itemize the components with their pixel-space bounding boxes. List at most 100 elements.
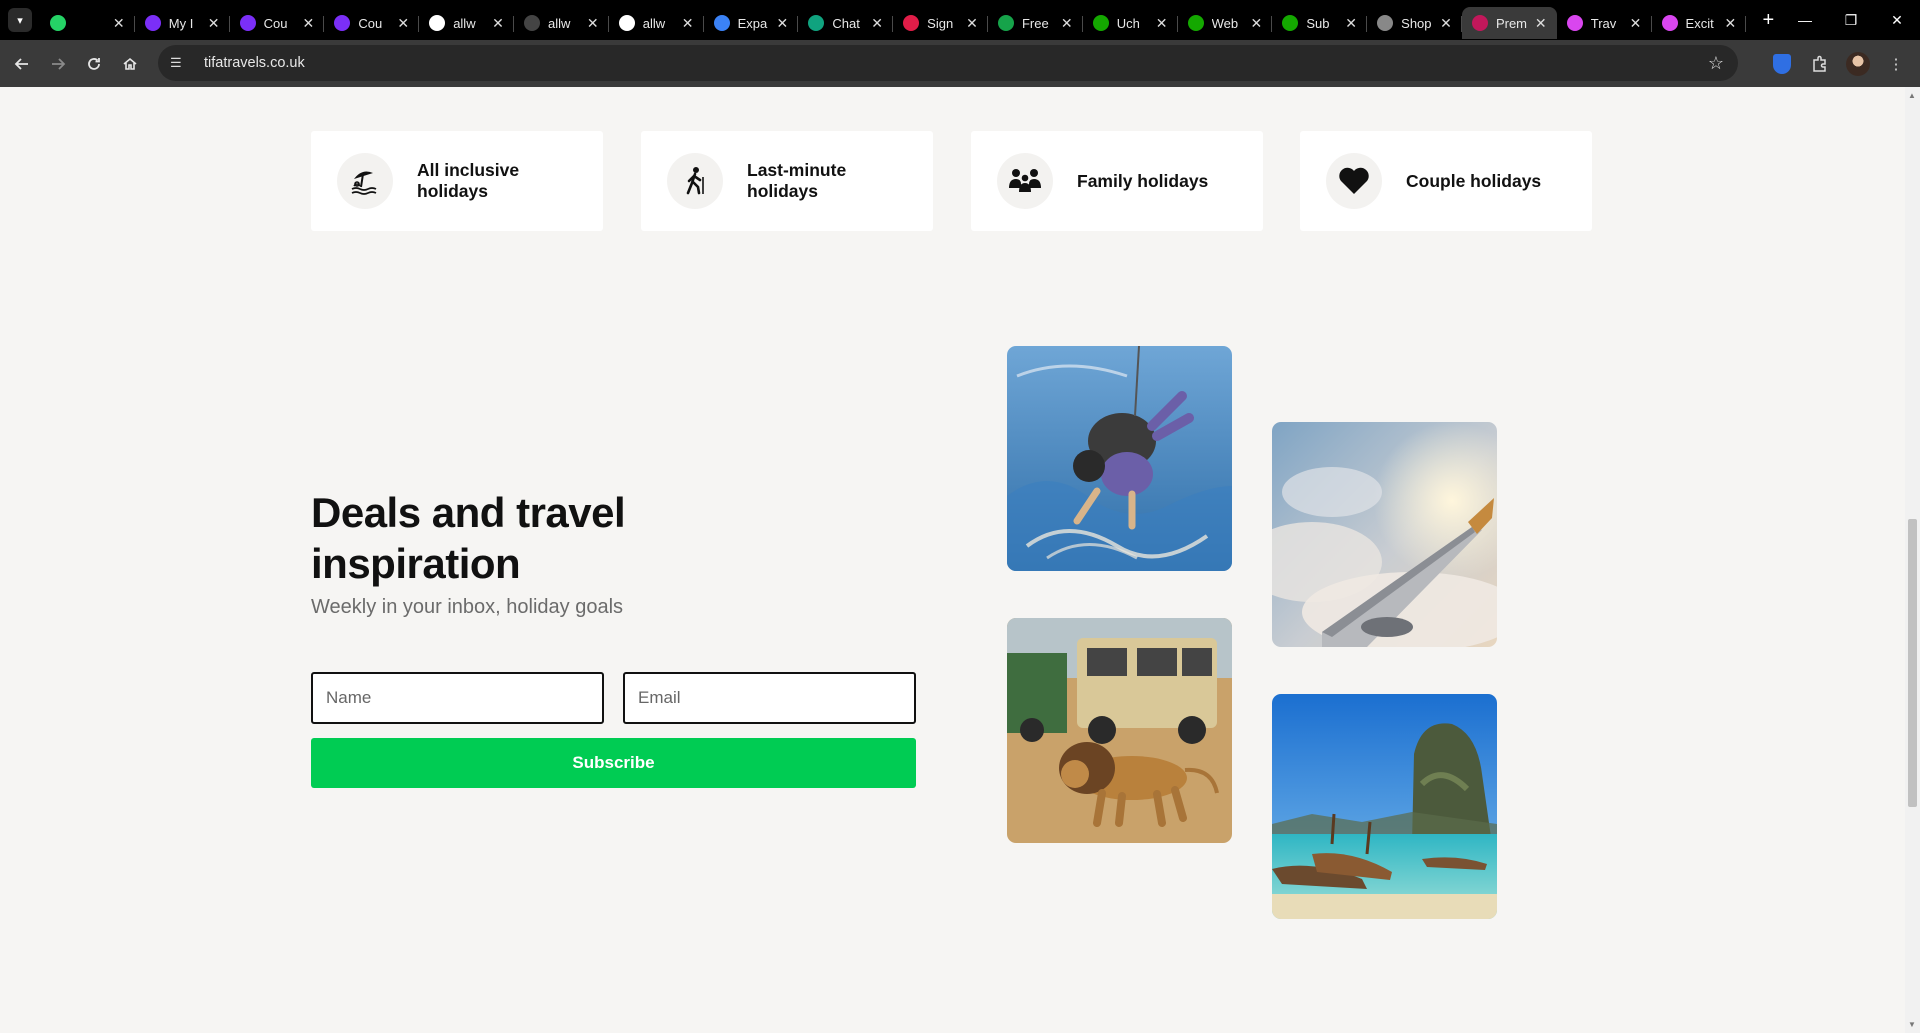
tab-title: My I — [168, 15, 194, 31]
close-tab-icon[interactable]: ✕ — [774, 15, 790, 32]
category-label: Couple holidays — [1406, 170, 1542, 191]
forward-arrow-icon — [52, 57, 66, 70]
tab-title: Uch — [1116, 15, 1140, 31]
browser-tab[interactable]: Excit ✕ — [1652, 7, 1747, 39]
close-tab-icon[interactable]: ✕ — [1248, 15, 1264, 32]
email-field[interactable] — [623, 672, 916, 724]
close-tab-icon[interactable]: ✕ — [964, 15, 980, 32]
close-tab-icon[interactable]: ✕ — [1722, 15, 1738, 32]
extensions-button[interactable] — [1806, 50, 1834, 78]
subscribe-button[interactable]: Subscribe — [311, 738, 916, 788]
page-viewport: All inclusive holidays Last-minute holid… — [0, 87, 1905, 1033]
gallery-image-safari-lion — [1007, 618, 1232, 843]
newsletter-subtitle: Weekly in your inbox, holiday goals — [311, 596, 624, 618]
browser-tab[interactable]: Chat ✕ — [798, 7, 893, 39]
close-tab-icon[interactable]: ✕ — [1628, 15, 1644, 32]
expo-icon — [713, 15, 730, 31]
browser-tab[interactable]: Web ✕ — [1178, 7, 1273, 39]
ring-icon — [903, 15, 920, 31]
u-icon — [144, 15, 161, 31]
gallery-image-airplane-wing — [1272, 422, 1497, 647]
t-icon — [1566, 15, 1583, 31]
spinner-icon — [523, 15, 540, 31]
toolbar-actions: ⋮ — [1768, 46, 1910, 82]
browser-toolbar: ☰ tifatravels.co.uk ☆ ⋮ — [0, 40, 1920, 87]
back-button[interactable] — [4, 46, 40, 82]
scroll-up-arrow-icon[interactable]: ▲ — [1908, 91, 1916, 100]
name-field[interactable] — [311, 672, 604, 724]
u-icon — [239, 15, 256, 31]
tab-title: Trav — [1590, 15, 1617, 31]
close-tab-icon[interactable]: ✕ — [300, 15, 316, 32]
tab-title: Shop — [1401, 15, 1432, 31]
browser-tab[interactable]: Expa ✕ — [704, 7, 799, 39]
browser-tab[interactable]: allw ✕ — [419, 7, 514, 39]
browser-tab[interactable]: My I ✕ — [135, 7, 230, 39]
browser-tab[interactable]: Trav ✕ — [1557, 7, 1652, 39]
close-tab-icon[interactable]: ✕ — [1059, 15, 1075, 32]
github-icon — [429, 15, 446, 31]
restore-button[interactable]: ❐ — [1828, 0, 1874, 40]
close-tab-icon[interactable]: ✕ — [206, 15, 222, 32]
browser-tab[interactable]: Shop ✕ — [1367, 7, 1462, 39]
category-card-couple[interactable]: Couple holidays — [1300, 131, 1592, 231]
profile-button[interactable] — [1844, 50, 1872, 78]
tab-title: Free — [1021, 15, 1049, 31]
close-tab-icon[interactable]: ✕ — [111, 15, 127, 32]
tab-search-button[interactable]: ▾ — [8, 8, 32, 32]
tab-strip: ✕ My I ✕ Cou ✕ Cou ✕ allw ✕ allw ✕ allw ✕ Expa ✕ Chat ✕ S… — [40, 0, 1747, 40]
address-bar[interactable]: ☰ tifatravels.co.uk ☆ — [158, 45, 1738, 81]
close-tab-icon[interactable]: ✕ — [1154, 15, 1170, 32]
close-window-button[interactable]: ✕ — [1874, 0, 1920, 40]
reload-icon — [88, 57, 100, 70]
bookmark-star-icon[interactable]: ☆ — [1708, 53, 1724, 74]
close-tab-icon[interactable]: ✕ — [1533, 15, 1549, 32]
browser-tab[interactable]: Free ✕ — [988, 7, 1083, 39]
bitwarden-extension-button[interactable] — [1768, 50, 1796, 78]
close-tab-icon[interactable]: ✕ — [680, 15, 696, 32]
category-card-all-inclusive[interactable]: All inclusive holidays — [311, 131, 603, 231]
walking-traveler-icon — [667, 153, 723, 209]
tab-title: allw — [453, 15, 476, 31]
tab-title: Chat — [832, 15, 860, 31]
upwork-icon — [1282, 15, 1299, 31]
browser-tab[interactable]: Sub ✕ — [1272, 7, 1367, 39]
browser-tab[interactable]: Sign ✕ — [893, 7, 988, 39]
browser-tab[interactable]: Uch ✕ — [1083, 7, 1178, 39]
browser-tab[interactable]: ✕ — [40, 7, 135, 39]
close-tab-icon[interactable]: ✕ — [1438, 15, 1454, 32]
minimize-button[interactable]: — — [1782, 0, 1828, 40]
close-tab-icon[interactable]: ✕ — [1343, 15, 1359, 32]
browser-tab[interactable]: Cou ✕ — [230, 7, 325, 39]
reload-button[interactable] — [76, 46, 112, 82]
t-icon — [1661, 15, 1678, 31]
close-tab-icon[interactable]: ✕ — [490, 15, 506, 32]
browser-tab[interactable]: Prem ✕ — [1461, 7, 1557, 39]
whatsapp-icon — [50, 15, 66, 31]
browser-tab[interactable]: allw ✕ — [514, 7, 609, 39]
menu-button[interactable]: ⋮ — [1882, 50, 1910, 78]
browser-tab[interactable]: allw ✕ — [609, 7, 704, 39]
chatgpt-icon — [808, 15, 825, 31]
category-card-last-minute[interactable]: Last-minute holidays — [641, 131, 933, 231]
browser-tab[interactable]: Cou ✕ — [324, 7, 419, 39]
close-tab-icon[interactable]: ✕ — [869, 15, 885, 32]
home-button[interactable] — [112, 46, 148, 82]
github-icon — [618, 15, 635, 31]
tifa-icon — [1471, 15, 1488, 31]
category-card-family[interactable]: Family holidays — [971, 131, 1263, 231]
close-tab-icon[interactable]: ✕ — [585, 15, 601, 32]
page-scrollbar[interactable]: ▲ ▼ — [1905, 87, 1920, 1033]
tab-title: Cou — [263, 15, 288, 31]
tab-title: allw — [642, 15, 666, 31]
scroll-down-arrow-icon[interactable]: ▼ — [1908, 1020, 1916, 1029]
site-info-icon[interactable]: ☰ — [170, 55, 190, 71]
forward-button[interactable] — [40, 46, 76, 82]
new-tab-button[interactable]: + — [1756, 9, 1780, 32]
u-icon — [334, 15, 351, 31]
tab-title: Sub — [1306, 15, 1330, 31]
close-tab-icon[interactable]: ✕ — [395, 15, 411, 32]
heart-icon — [1326, 153, 1382, 209]
scrollbar-thumb[interactable] — [1908, 519, 1917, 807]
tab-title: Excit — [1685, 15, 1714, 31]
